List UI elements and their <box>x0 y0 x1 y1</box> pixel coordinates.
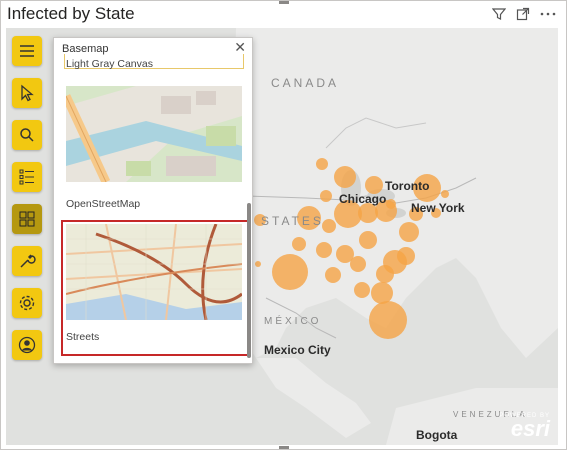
gear-icon <box>19 295 35 311</box>
map-toolbar <box>12 36 46 372</box>
esri-logo: esri <box>510 416 550 441</box>
streets-thumbnail[interactable] <box>66 224 242 320</box>
basemap-panel: Basemap ✕ Light Gray Canvas OpenStreetMa… <box>53 37 253 364</box>
settings-button[interactable] <box>12 288 42 318</box>
map-label-chicago: Chicago <box>339 192 387 206</box>
map-label-bogota: Bogota <box>416 428 458 442</box>
map-label-states: STATES <box>261 214 324 228</box>
cursor-icon <box>21 84 34 102</box>
map-label-mexico: MÉXICO <box>264 316 322 327</box>
user-icon <box>18 336 36 354</box>
filter-icon[interactable] <box>492 7 506 21</box>
account-button[interactable] <box>12 330 42 360</box>
basemap-gallery-icon <box>19 211 35 227</box>
openstreetmap-thumbnail[interactable] <box>66 86 242 182</box>
openstreetmap-label: OpenStreetMap <box>66 198 141 210</box>
map-label-mexico-city: Mexico City <box>264 343 331 357</box>
visual-header-icons <box>492 7 556 21</box>
search-icon <box>20 128 34 142</box>
tools-button[interactable] <box>12 246 42 276</box>
top-resize-handle[interactable] <box>279 1 289 4</box>
hamburger-icon <box>20 45 34 57</box>
layer-list-icon <box>19 169 34 185</box>
map-label-new-york: New York <box>411 201 465 215</box>
basemap-button[interactable] <box>12 204 42 234</box>
map-canvas[interactable]: CANADA STATES MÉXICO VENEZUELA Chicago T… <box>6 28 558 445</box>
layers-button[interactable] <box>12 162 42 192</box>
more-options-icon[interactable] <box>540 7 556 21</box>
select-button[interactable] <box>12 78 42 108</box>
map-label-toronto: Toronto <box>385 179 430 193</box>
light-gray-canvas-label: Light Gray Canvas <box>66 58 153 70</box>
map-label-canada: CANADA <box>271 76 340 90</box>
map-visual: Infected by State CANADA STATES MÉXICO V… <box>0 0 567 450</box>
focus-mode-icon[interactable] <box>516 7 530 21</box>
menu-button[interactable] <box>12 36 42 66</box>
esri-attribution: POWERED BY esri <box>499 413 550 441</box>
wrench-icon <box>20 254 36 268</box>
panel-scrollbar[interactable] <box>247 203 251 358</box>
streets-label: Streets <box>66 331 100 343</box>
visual-title: Infected by State <box>7 4 135 23</box>
search-button[interactable] <box>12 120 42 150</box>
bottom-resize-handle[interactable] <box>279 446 289 449</box>
